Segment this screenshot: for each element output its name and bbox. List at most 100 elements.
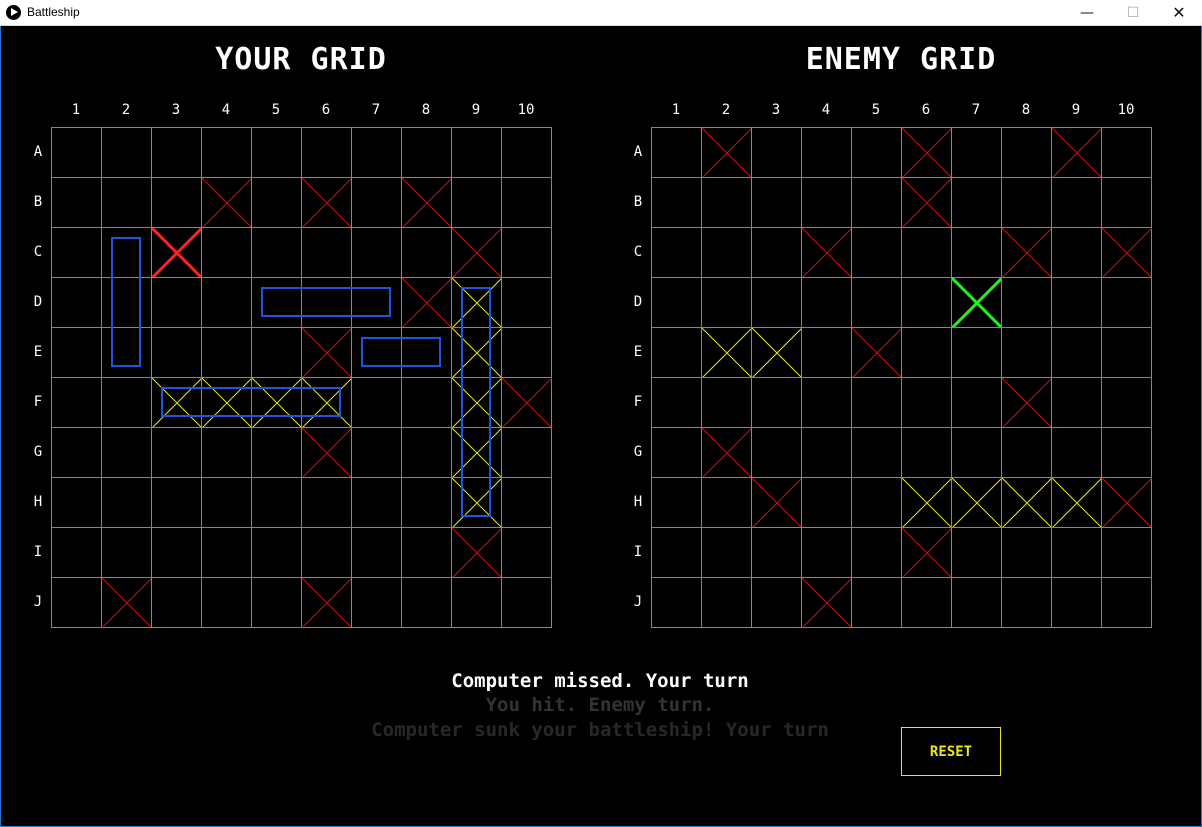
grid-cell-h1[interactable] <box>651 477 702 528</box>
grid-cell-b5[interactable] <box>851 177 902 228</box>
grid-cell-d7[interactable] <box>951 277 1002 328</box>
grid-cell-a6[interactable] <box>901 127 952 178</box>
grid-cell-b9[interactable] <box>1051 177 1102 228</box>
grid-cell-j9[interactable] <box>1051 577 1102 628</box>
grid-cell-c10[interactable] <box>1101 227 1152 278</box>
grid-cell-f4[interactable] <box>801 377 852 428</box>
grid-cell-h6[interactable] <box>901 477 952 528</box>
grid-cell-i10[interactable] <box>1101 527 1152 578</box>
grid-cell-e7[interactable] <box>951 327 1002 378</box>
grid-cell-i9[interactable] <box>1051 527 1102 578</box>
grid-cell-f3[interactable] <box>751 377 802 428</box>
reset-button[interactable]: RESET <box>901 727 1001 776</box>
grid-cell-d9[interactable] <box>1051 277 1102 328</box>
maximize-button[interactable]: ☐ <box>1110 0 1156 26</box>
grid-cell-j8[interactable] <box>1001 577 1052 628</box>
grid-cell-h10[interactable] <box>1101 477 1152 528</box>
grid-cell-i8[interactable] <box>1001 527 1052 578</box>
grid-cell-c1[interactable] <box>651 227 702 278</box>
grid-cell-e1[interactable] <box>651 327 702 378</box>
grid-cell-i5[interactable] <box>851 527 902 578</box>
grid-cell-b8[interactable] <box>1001 177 1052 228</box>
grid-cell-h9[interactable] <box>1051 477 1102 528</box>
grid-cell-i1[interactable] <box>651 527 702 578</box>
grid-cell-f9[interactable] <box>1051 377 1102 428</box>
grid-cell-b4[interactable] <box>801 177 852 228</box>
grid-cell-e8[interactable] <box>1001 327 1052 378</box>
grid-cell-e9[interactable] <box>1051 327 1102 378</box>
grid-cell-i4[interactable] <box>801 527 852 578</box>
grid-cell-f2[interactable] <box>701 377 752 428</box>
grid-cell-j10[interactable] <box>1101 577 1152 628</box>
grid-cell-j5[interactable] <box>851 577 902 628</box>
grid-cell-d5[interactable] <box>851 277 902 328</box>
grid-cell-b10[interactable] <box>1101 177 1152 228</box>
grid-cell-f10[interactable] <box>1101 377 1152 428</box>
grid-cell-d8[interactable] <box>1001 277 1052 328</box>
grid-cell-a5[interactable] <box>851 127 902 178</box>
minimize-button[interactable]: — <box>1064 0 1110 26</box>
grid-cell-i6[interactable] <box>901 527 952 578</box>
grid-cell-j3[interactable] <box>751 577 802 628</box>
grid-cell-a7[interactable] <box>951 127 1002 178</box>
grid-cell-a9[interactable] <box>1051 127 1102 178</box>
grid-cell-g3[interactable] <box>751 427 802 478</box>
grid-cell-a2[interactable] <box>701 127 752 178</box>
grid-cell-g4[interactable] <box>801 427 852 478</box>
grid-cell-e2[interactable] <box>701 327 752 378</box>
grid-cell-d6[interactable] <box>901 277 952 328</box>
grid-cell-i3[interactable] <box>751 527 802 578</box>
grid-cell-h8[interactable] <box>1001 477 1052 528</box>
grid-cell-f5[interactable] <box>851 377 902 428</box>
grid-cell-h4[interactable] <box>801 477 852 528</box>
grid-cell-g9[interactable] <box>1051 427 1102 478</box>
grid-cell-c8[interactable] <box>1001 227 1052 278</box>
grid-cell-d10[interactable] <box>1101 277 1152 328</box>
grid-cell-b1[interactable] <box>651 177 702 228</box>
grid-cell-a8[interactable] <box>1001 127 1052 178</box>
grid-cell-f1[interactable] <box>651 377 702 428</box>
grid-cell-h2[interactable] <box>701 477 752 528</box>
grid-cell-b2[interactable] <box>701 177 752 228</box>
grid-cell-c9[interactable] <box>1051 227 1102 278</box>
grid-cell-f7[interactable] <box>951 377 1002 428</box>
grid-cell-a10[interactable] <box>1101 127 1152 178</box>
grid-cell-c3[interactable] <box>751 227 802 278</box>
grid-cell-e5[interactable] <box>851 327 902 378</box>
grid-cell-h5[interactable] <box>851 477 902 528</box>
grid-cell-c4[interactable] <box>801 227 852 278</box>
grid-cell-g10[interactable] <box>1101 427 1152 478</box>
grid-cell-e4[interactable] <box>801 327 852 378</box>
grid-cell-j1[interactable] <box>651 577 702 628</box>
grid-cell-j7[interactable] <box>951 577 1002 628</box>
grid-cell-c2[interactable] <box>701 227 752 278</box>
grid-cell-b3[interactable] <box>751 177 802 228</box>
grid-cell-g5[interactable] <box>851 427 902 478</box>
grid-cell-f6[interactable] <box>901 377 952 428</box>
grid-cell-e10[interactable] <box>1101 327 1152 378</box>
grid-cell-j6[interactable] <box>901 577 952 628</box>
grid-cell-i7[interactable] <box>951 527 1002 578</box>
grid-cell-e3[interactable] <box>751 327 802 378</box>
grid-cell-c6[interactable] <box>901 227 952 278</box>
grid-cell-i2[interactable] <box>701 527 752 578</box>
grid-cell-d2[interactable] <box>701 277 752 328</box>
grid-cell-d1[interactable] <box>651 277 702 328</box>
grid-cell-d4[interactable] <box>801 277 852 328</box>
grid-cell-a1[interactable] <box>651 127 702 178</box>
grid-cell-f8[interactable] <box>1001 377 1052 428</box>
grid-cell-b6[interactable] <box>901 177 952 228</box>
enemy-grid[interactable] <box>651 127 1152 628</box>
grid-cell-g8[interactable] <box>1001 427 1052 478</box>
grid-cell-h3[interactable] <box>751 477 802 528</box>
grid-cell-g1[interactable] <box>651 427 702 478</box>
grid-cell-g6[interactable] <box>901 427 952 478</box>
grid-cell-g7[interactable] <box>951 427 1002 478</box>
grid-cell-j2[interactable] <box>701 577 752 628</box>
grid-cell-h7[interactable] <box>951 477 1002 528</box>
grid-cell-a4[interactable] <box>801 127 852 178</box>
grid-cell-b7[interactable] <box>951 177 1002 228</box>
grid-cell-j4[interactable] <box>801 577 852 628</box>
grid-cell-c7[interactable] <box>951 227 1002 278</box>
grid-cell-e6[interactable] <box>901 327 952 378</box>
